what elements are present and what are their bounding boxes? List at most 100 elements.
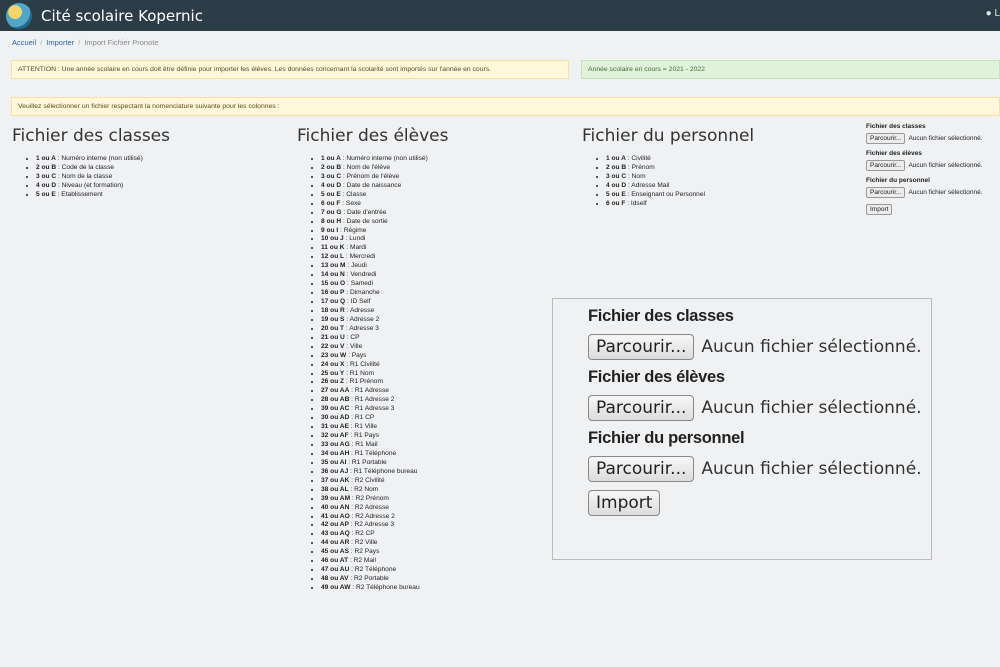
column-item: 10 ou J : Lundi (321, 235, 449, 244)
column-item-index: 3 ou C (606, 172, 627, 180)
column-item: 12 ou L : Mercredi (321, 253, 449, 262)
column-item: 3 ou C : Nom (606, 173, 754, 182)
column-item: 24 ou X : R1 Civilité (321, 361, 449, 370)
students-browse-button[interactable]: Parcourir... (866, 160, 906, 171)
column-item-index: 15 ou O (321, 280, 346, 288)
column-item-label: R2 Adresse (354, 503, 389, 511)
zoom-staff-browse-button[interactable]: Parcourir... (588, 456, 695, 482)
staff-column: Fichier du personnel 1 ou A : Civilité2 … (582, 126, 754, 209)
column-item: 48 ou AV : R2 Portable (321, 575, 449, 584)
zoom-students-file-label: Fichier des élèves (588, 368, 725, 386)
column-item-label: Etablissement (61, 190, 103, 198)
column-item: 1 ou A : Numéro interne (non utilisé) (36, 155, 170, 164)
column-item-index: 47 ou AU (321, 566, 350, 574)
breadcrumb-current: Import Fichier Pronote (84, 38, 159, 47)
column-item: 7 ou G : Date d'entrée (321, 209, 449, 218)
zoom-import-button[interactable]: Import (588, 490, 661, 516)
staff-browse-button[interactable]: Parcourir... (866, 187, 906, 198)
column-item: 6 ou F : Sexe (321, 200, 449, 209)
column-item-label: R2 CP (355, 530, 375, 538)
column-item-index: 6 ou F (606, 199, 626, 207)
column-item-label: Mercredi (349, 253, 376, 261)
column-item-index: 4 ou D (36, 181, 57, 189)
column-item-label: Civilité (631, 155, 651, 162)
column-item: 38 ou AL : R2 Nom (321, 486, 449, 495)
column-item-label: R2 Prénom (355, 494, 389, 502)
column-item: 2 ou B : Prénom (606, 164, 754, 173)
column-item-index: 4 ou D (606, 181, 627, 189)
app-logo-icon[interactable] (6, 2, 32, 29)
column-item-index: 38 ou AL (321, 485, 349, 493)
column-item: 31 ou AE : R1 Ville (321, 423, 449, 432)
column-item-index: 2 ou B (606, 163, 627, 171)
column-item-index: 35 ou AI (321, 458, 347, 466)
column-item-label: Régime (343, 226, 367, 234)
app-title[interactable]: Cité scolaire Kopernic (41, 7, 203, 25)
zoom-students-file-status: Aucun fichier sélectionné. (701, 398, 922, 418)
breadcrumb-import-link[interactable]: Importer (46, 38, 74, 47)
column-item: 25 ou Y : R1 Nom (321, 370, 449, 379)
user-menu-label: L (994, 8, 1000, 19)
column-item-label: Numéro interne (non utilisé) (346, 155, 428, 162)
column-item-index: 39 ou AC (321, 405, 350, 413)
classes-column-title: Fichier des classes (12, 126, 170, 146)
column-item-label: Prénom de l'élève (346, 172, 400, 180)
globe-icon: ● (985, 8, 992, 19)
column-item: 36 ou AJ : R1 Téléphone bureau (321, 468, 449, 477)
zoom-classes-browse-button[interactable]: Parcourir... (588, 334, 695, 360)
column-item-index: 18 ou R (321, 306, 345, 314)
column-item: 14 ou N : Vendredi (321, 271, 449, 280)
column-item-label: R1 Adresse (354, 387, 389, 395)
column-item: 3 ou C : Prénom de l'élève (321, 173, 449, 182)
column-item-index: 4 ou D (321, 181, 342, 189)
column-item-index: 40 ou AN (321, 503, 350, 511)
import-button[interactable]: Import (866, 204, 893, 215)
zoom-students-browse-button[interactable]: Parcourir... (588, 395, 695, 421)
column-item: 11 ou K : Mardi (321, 244, 449, 253)
column-item: 19 ou S : Adresse 2 (321, 316, 449, 325)
column-item-index: 12 ou L (321, 253, 345, 261)
column-item: 26 ou Z : R1 Prénom (321, 378, 449, 387)
column-item-index: 17 ou Q (321, 298, 346, 305)
column-item-index: 39 ou AM (321, 494, 351, 502)
column-item: 28 ou AB : R1 Adresse 2 (321, 396, 449, 405)
column-item: 45 ou AS : R2 Pays (321, 548, 449, 557)
column-item-label: Date de sortie (346, 217, 388, 225)
breadcrumb: Accueil / Importer / Import Fichier Pronote (12, 38, 159, 47)
column-item-index: 13 ou M (321, 262, 346, 270)
column-item-index: 25 ou Y (321, 369, 345, 377)
column-item-label: Samedi (350, 280, 374, 288)
column-item-index: 30 ou AD (321, 414, 350, 422)
staff-file-input: Parcourir... Aucun fichier sélectionné. (866, 187, 983, 198)
column-item: 33 ou AG : R1 Mail (321, 441, 449, 450)
column-item-label: R1 Portable (351, 458, 387, 466)
column-item-label: R1 Téléphone bureau (353, 467, 418, 475)
user-menu[interactable]: ● L (986, 8, 1000, 19)
staff-file-label: Fichier du personnel (866, 177, 930, 184)
column-item-label: R1 Adresse 3 (354, 405, 395, 413)
column-item: 3 ou C : Nom de la classe (36, 173, 170, 182)
column-item: 4 ou D : Date de naissance (321, 182, 449, 191)
column-item: 35 ou AI : R1 Portable (321, 459, 449, 468)
column-item-label: Nom (631, 172, 646, 180)
column-item-index: 7 ou G (321, 208, 342, 216)
column-item-label: R1 Mail (355, 441, 378, 448)
column-item-label: Ville (349, 342, 363, 350)
column-item-label: Adresse 3 (349, 324, 379, 332)
column-item-label: Lundi (349, 235, 366, 243)
column-item-index: 19 ou S (321, 315, 345, 323)
column-item: 2 ou B : Nom de l'élève (321, 164, 449, 173)
column-item-label: Niveau (et formation) (61, 181, 124, 189)
zoom-classes-file-label: Fichier des classes (588, 307, 734, 325)
column-item-index: 5 ou E (36, 190, 56, 198)
column-item: 22 ou V : Ville (321, 343, 449, 352)
classes-browse-button[interactable]: Parcourir... (866, 133, 906, 144)
staff-file-status: Aucun fichier sélectionné. (908, 189, 983, 196)
column-item-label: R2 Téléphone (354, 566, 397, 574)
column-item: 20 ou T : Adresse 3 (321, 325, 449, 334)
breadcrumb-home-link[interactable]: Accueil (12, 38, 36, 47)
column-item-index: 1 ou A (606, 155, 626, 162)
column-item-label: R1 Civilité (349, 360, 380, 368)
column-item: 21 ou U : CP (321, 334, 449, 343)
column-item-index: 31 ou AE (321, 423, 349, 431)
